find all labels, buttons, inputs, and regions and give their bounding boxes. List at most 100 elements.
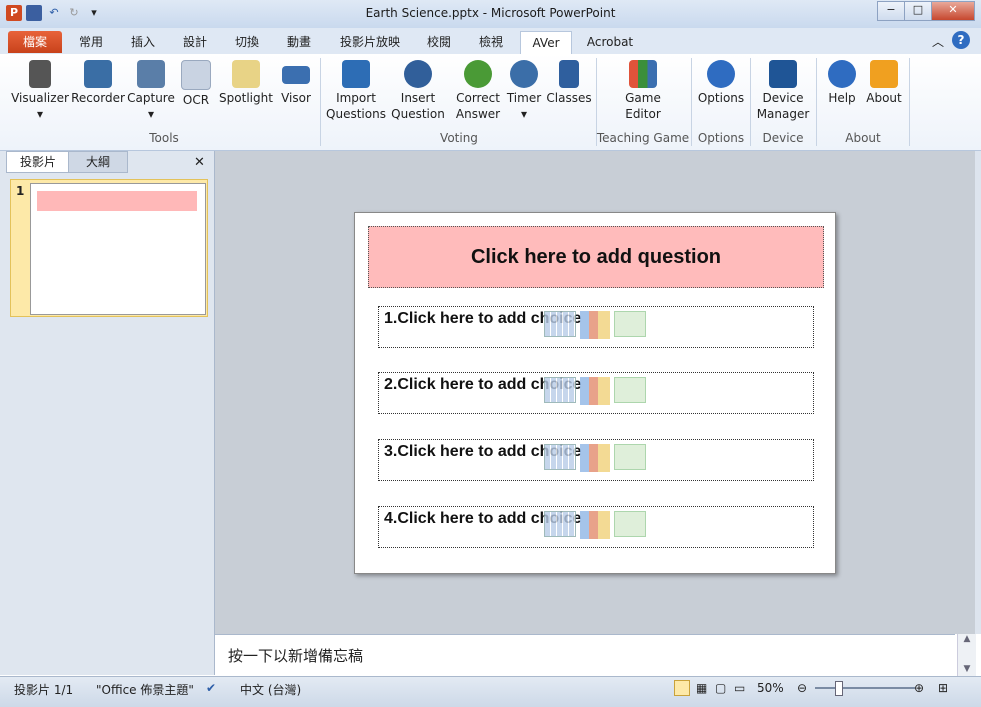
group-separator (816, 58, 817, 146)
thumbnail-question-bar (37, 191, 197, 211)
spellcheck-icon[interactable]: ✔ (206, 681, 216, 695)
teaching-game-group-label: Teaching Game (596, 131, 690, 145)
quiz-icon (404, 60, 432, 88)
zoom-slider-handle[interactable] (835, 681, 843, 696)
table-icon[interactable] (544, 444, 576, 470)
tab-insert[interactable]: 插入 (120, 31, 166, 53)
tab-aver[interactable]: AVer (520, 31, 572, 54)
classes-button[interactable]: Classes (544, 60, 594, 106)
chart-icon[interactable] (580, 377, 610, 405)
slide-thumbnail-preview (30, 183, 206, 315)
tab-view[interactable]: 檢視 (468, 31, 514, 53)
options-group-label: Options (697, 131, 745, 145)
choice-placeholder-3[interactable]: 3.Click here to add choice (378, 439, 814, 481)
minimize-button[interactable]: − (877, 1, 905, 21)
editor-scrollbar[interactable] (975, 151, 981, 634)
help-button[interactable]: Help (822, 60, 862, 106)
status-bar: 投影片 1/1 "Office 佈景主題" ✔ 中文 (台灣) ▦ ▢ ▭ 50… (0, 676, 981, 707)
notes-placeholder: 按一下以新增備忘稿 (228, 647, 364, 665)
tools-group-label: Tools (149, 131, 179, 145)
normal-view-icon[interactable] (674, 680, 690, 696)
slide-count: 投影片 1/1 (14, 683, 74, 697)
fit-slide-icon[interactable]: ⊞ (938, 681, 948, 695)
tab-design[interactable]: 設計 (172, 31, 218, 53)
collapse-ribbon-icon[interactable]: ︿ (932, 33, 944, 50)
language-indicator[interactable]: 中文 (台灣) (240, 681, 301, 698)
notes-scrollbar[interactable]: ▲ ▼ (957, 634, 976, 676)
choice-placeholder-1[interactable]: 1.Click here to add choice (378, 306, 814, 348)
import-questions-icon (342, 60, 370, 88)
gear-icon (707, 60, 735, 88)
classes-icon (559, 60, 579, 88)
device-manager-button[interactable]: Device Manager (754, 60, 812, 122)
checkmark-icon (464, 60, 492, 88)
group-separator (750, 58, 751, 146)
correct-answer-button[interactable]: Correct Answer (450, 60, 506, 122)
visor-button[interactable]: Visor (278, 60, 314, 106)
smartart-icon[interactable] (614, 311, 646, 337)
zoom-slider[interactable] (815, 687, 915, 689)
zoom-level[interactable]: 50% (757, 681, 784, 695)
help-icon[interactable]: ? (952, 31, 970, 49)
tab-review[interactable]: 校閱 (416, 31, 462, 53)
insert-question-button[interactable]: Insert Question (388, 60, 448, 122)
zoom-out-icon[interactable]: ⊖ (797, 681, 807, 695)
tab-transitions[interactable]: 切換 (224, 31, 270, 53)
slide-thumbnail[interactable]: 1 (10, 179, 208, 317)
timer-button[interactable]: Timer ▾ (506, 60, 542, 122)
spotlight-icon (232, 60, 260, 88)
insert-content-icons (544, 511, 646, 539)
tab-slideshow[interactable]: 投影片放映 (330, 31, 410, 53)
theme-name[interactable]: "Office 佈景主題" (96, 681, 194, 698)
choice-placeholder-2[interactable]: 2.Click here to add choice (378, 372, 814, 414)
slide-canvas: Click here to add question 1.Click here … (354, 212, 836, 574)
scroll-up-icon[interactable]: ▲ (958, 634, 976, 644)
choice-placeholder-4[interactable]: 4.Click here to add choice (378, 506, 814, 548)
tab-acrobat[interactable]: Acrobat (578, 31, 642, 53)
spotlight-button[interactable]: Spotlight (216, 60, 276, 106)
close-button[interactable]: ✕ (931, 1, 975, 21)
table-icon[interactable] (544, 311, 576, 337)
ocr-icon (181, 60, 211, 90)
about-button[interactable]: About (864, 60, 904, 106)
chart-icon[interactable] (580, 311, 610, 339)
recorder-button[interactable]: Recorder (70, 60, 126, 106)
question-mark-icon (828, 60, 856, 88)
slide-sorter-icon[interactable]: ▦ (696, 681, 707, 695)
slideshow-view-icon[interactable]: ▭ (734, 681, 745, 695)
tab-animations[interactable]: 動畫 (276, 31, 322, 53)
import-questions-button[interactable]: Import Questions (326, 60, 386, 122)
smartart-icon[interactable] (614, 444, 646, 470)
title-bar: P ↶ ↻ ▾ Earth Science.pptx - Microsoft P… (0, 0, 981, 28)
tab-slides[interactable]: 投影片 (6, 151, 70, 173)
close-pane-icon[interactable]: ✕ (194, 155, 205, 170)
game-editor-button[interactable]: Game Editor (600, 60, 686, 122)
tab-file[interactable]: 檔案 (8, 31, 62, 53)
reading-view-icon[interactable]: ▢ (715, 681, 726, 695)
tab-home[interactable]: 常用 (68, 31, 114, 53)
smartart-icon[interactable] (614, 377, 646, 403)
ribbon-aver: Visualizer ▾ Recorder Capture ▾ OCR Spotli… (0, 54, 981, 151)
ocr-button[interactable]: OCR (178, 60, 214, 108)
visor-icon (282, 66, 310, 84)
table-icon[interactable] (544, 511, 576, 537)
insert-content-icons (544, 311, 646, 339)
table-icon[interactable] (544, 377, 576, 403)
maximize-button[interactable]: □ (904, 1, 932, 21)
capture-button[interactable]: Capture ▾ (126, 60, 176, 122)
slide-editor: Click here to add question 1.Click here … (215, 151, 975, 634)
notes-pane[interactable]: 按一下以新增備忘稿 (215, 634, 955, 677)
group-separator (320, 58, 321, 146)
group-separator (909, 58, 910, 146)
zoom-in-icon[interactable]: ⊕ (914, 681, 924, 695)
camera-icon (137, 60, 165, 88)
question-placeholder[interactable]: Click here to add question (368, 226, 824, 288)
chart-icon[interactable] (580, 444, 610, 472)
tab-outline[interactable]: 大綱 (68, 151, 128, 173)
visualizer-button[interactable]: Visualizer ▾ (10, 60, 70, 122)
smartart-icon[interactable] (614, 511, 646, 537)
voting-group-label: Voting (440, 131, 478, 145)
chart-icon[interactable] (580, 511, 610, 539)
options-button[interactable]: Options (694, 60, 748, 106)
scroll-down-icon[interactable]: ▼ (958, 664, 976, 674)
